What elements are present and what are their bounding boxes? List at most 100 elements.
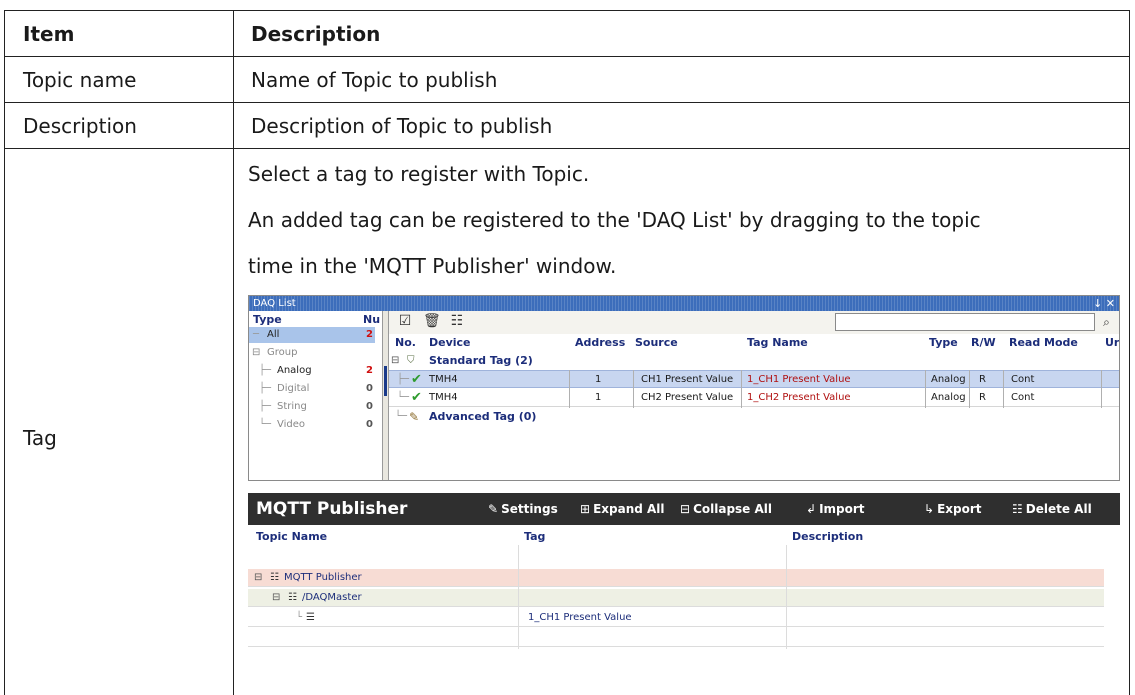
col-divider <box>569 370 570 408</box>
server-icon: ☷ <box>270 572 279 583</box>
delete-icon[interactable]: 🗑 <box>423 313 441 329</box>
col-topic-name[interactable]: Topic Name <box>256 529 327 545</box>
collapse-icon[interactable]: ⊟ <box>272 589 280 607</box>
mqtt-title: MQTT Publisher <box>256 499 408 519</box>
col-tag-name[interactable]: Tag Name <box>747 334 808 351</box>
cell-rw: R <box>979 374 986 385</box>
tag-desc-line-3: time in the 'MQTT Publisher' window. <box>248 254 617 278</box>
splitter-grip[interactable] <box>384 366 387 396</box>
tree-line-icon: ├─ <box>259 365 272 376</box>
table-row[interactable]: ⊟ ☷ /DAQMaster <box>248 589 1104 607</box>
table-row: Description Description of Topic to publ… <box>5 103 1129 149</box>
group-advanced-tag[interactable]: Advanced Tag (0) <box>429 408 536 426</box>
tree-item-string[interactable]: ├─ String 0 <box>249 399 375 415</box>
tree-item-digital[interactable]: ├─ Digital 0 <box>249 381 375 397</box>
settings-button[interactable]: ✎ Settings <box>488 493 558 525</box>
tree-line-icon: ├─ <box>397 374 410 385</box>
plus-box-icon: ⊞ <box>580 502 591 516</box>
tree-line-icon: └─ <box>395 411 408 422</box>
col-read-mode[interactable]: Read Mode <box>1009 334 1078 351</box>
collapse-icon[interactable]: ⊟ <box>252 345 260 361</box>
col-rw[interactable]: R/W <box>971 334 996 351</box>
col-unit[interactable]: Ur <box>1105 334 1119 351</box>
tree-header-num: Nu <box>363 313 381 326</box>
collapse-all-button[interactable]: ⊟ Collapse All <box>680 493 772 525</box>
collapse-icon[interactable]: ⊟ <box>391 352 399 370</box>
header-item: Item <box>23 22 75 46</box>
tree-item-count: 2 <box>366 329 373 340</box>
col-divider <box>925 370 926 408</box>
column-divider <box>233 11 234 695</box>
tree-line-icon: ├─ <box>259 401 272 412</box>
clear-list-icon[interactable]: ☷ <box>449 313 465 329</box>
tree-item-analog[interactable]: ├─ Analog 2 <box>249 363 375 379</box>
tree-item-count: 2 <box>366 365 373 376</box>
advanced-tag-icon: ✎ <box>409 410 420 424</box>
import-label: Import <box>819 502 865 516</box>
table-row[interactable]: └─ ✔ TMH4 1 CH2 Present Value 1_CH2 Pres… <box>389 389 1119 407</box>
export-label: Export <box>937 502 982 516</box>
search-icon[interactable]: ⌕ <box>1098 313 1115 331</box>
cell-read-mode: Cont <box>1011 374 1035 385</box>
tree-item-group[interactable]: ⊟ Group <box>249 345 375 361</box>
table-row[interactable]: ├─ ✔ TMH4 1 CH1 Present Value 1_CH1 Pres… <box>389 370 1119 388</box>
tree-item-video[interactable]: └─ Video 0 <box>249 417 375 433</box>
row-desc-topic-name: Name of Topic to publish <box>251 68 498 92</box>
table-row: Topic name Name of Topic to publish <box>5 57 1129 103</box>
delete-all-button[interactable]: ☷ Delete All <box>1012 493 1092 525</box>
table-row[interactable]: ⊟ ☷ MQTT Publisher <box>248 569 1104 587</box>
daq-title-controls[interactable]: ↓ ✕ <box>1093 296 1115 311</box>
cell-source: CH1 Present Value <box>641 374 734 385</box>
import-button[interactable]: ↲ Import <box>806 493 865 525</box>
tag-value: 1_CH1 Present Value <box>528 612 632 623</box>
cell-tag-name: 1_CH2 Present Value <box>747 392 851 403</box>
row-item-description: Description <box>23 114 137 138</box>
tree-item-label: All <box>267 329 280 340</box>
cell-device: TMH4 <box>429 374 458 385</box>
table-row[interactable]: └ ☰ 1_CH1 Present Value <box>248 609 1104 627</box>
tree-header: Type Nu <box>249 311 383 327</box>
cell-address: 1 <box>595 374 602 385</box>
tree-item-label: Group <box>267 347 298 358</box>
export-button[interactable]: ↳ Export <box>924 493 982 525</box>
cell-type: Analog <box>931 392 966 403</box>
settings-label: Settings <box>501 502 558 516</box>
col-source[interactable]: Source <box>635 334 678 351</box>
close-icon[interactable]: ✕ <box>1106 297 1115 310</box>
type-tree-panel: Type Nu ─ All 2 ⊟ Group ├─ Analog 2 ├─ D… <box>249 311 383 480</box>
expand-label: Expand All <box>593 502 665 516</box>
col-divider <box>1003 370 1004 408</box>
col-divider <box>786 545 787 649</box>
col-device[interactable]: Device <box>429 334 471 351</box>
header-description: Description <box>251 22 381 46</box>
col-type[interactable]: Type <box>929 334 958 351</box>
expand-all-button[interactable]: ⊞ Expand All <box>580 493 665 525</box>
tree-item-count: 0 <box>366 401 373 412</box>
tag-desc-line-1: Select a tag to register with Topic. <box>248 162 590 186</box>
col-divider <box>1101 370 1102 408</box>
col-divider <box>633 370 634 408</box>
mqtt-publisher-window: MQTT Publisher ✎ Settings ⊞ Expand All ⊟ Co… <box>248 493 1120 650</box>
pin-icon[interactable]: ↓ <box>1093 297 1102 310</box>
col-divider <box>518 545 519 649</box>
col-no[interactable]: No. <box>395 334 416 351</box>
daq-list-title: DAQ List <box>253 298 296 309</box>
row-item-tag: Tag <box>23 426 57 450</box>
col-description[interactable]: Description <box>792 529 863 545</box>
tree-item-label: Digital <box>277 383 310 394</box>
cell-tag-name: 1_CH1 Present Value <box>747 374 851 385</box>
col-divider <box>969 370 970 408</box>
tag-search-input[interactable] <box>835 313 1095 331</box>
group-standard-tag[interactable]: Standard Tag (2) <box>429 352 533 370</box>
collapse-icon[interactable]: ⊟ <box>254 569 262 587</box>
check-icon: ✔ <box>411 390 422 405</box>
check-all-icon[interactable]: ☑ <box>397 313 413 329</box>
col-address[interactable]: Address <box>575 334 625 351</box>
daq-list-window: DAQ List ↓ ✕ Type Nu ─ All 2 ⊟ Group ├─ … <box>248 295 1120 481</box>
col-tag[interactable]: Tag <box>524 529 545 545</box>
cell-type: Analog <box>931 374 966 385</box>
tag-grid: No. Device Address Source Tag Name Type … <box>389 334 1119 480</box>
tree-item-all[interactable]: ─ All 2 <box>249 327 375 343</box>
cell-read-mode: Cont <box>1011 392 1035 403</box>
row-item-topic-name: Topic name <box>23 68 137 92</box>
